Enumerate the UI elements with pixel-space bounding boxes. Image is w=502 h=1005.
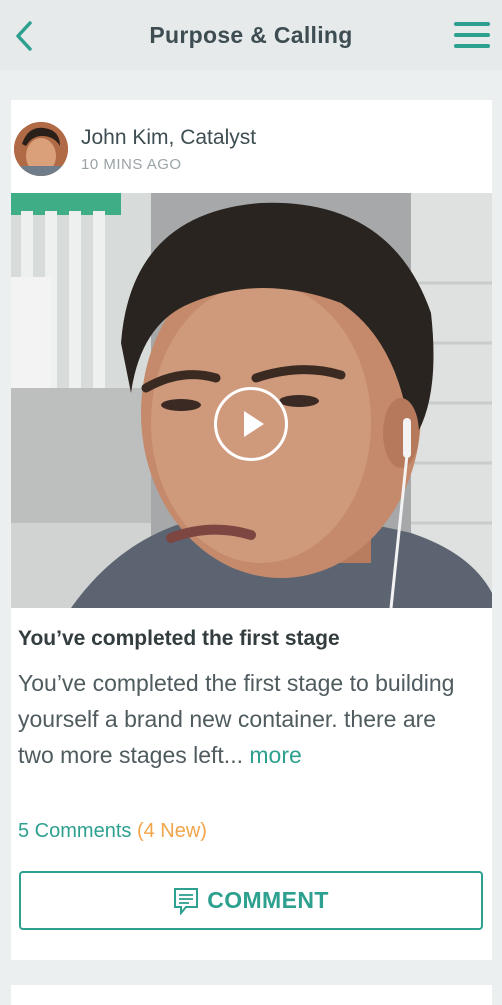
comment-button[interactable]: COMMENT (19, 871, 483, 930)
post-title: You’ve completed the first stage (18, 627, 340, 650)
post-body-text: You’ve completed the first stage to buil… (18, 670, 455, 768)
avatar[interactable] (14, 122, 68, 176)
avatar-image (14, 122, 68, 176)
comment-button-label: COMMENT (207, 887, 329, 913)
comments-label[interactable]: 5 Comments (18, 820, 131, 842)
menu-icon (454, 22, 490, 26)
play-button[interactable] (214, 387, 288, 461)
post-body: You’ve completed the first stage to buil… (18, 665, 468, 773)
author-row: John Kim, Catalyst 10 MINS AGO (11, 122, 492, 180)
play-icon (244, 411, 264, 437)
post-card: John Kim, Catalyst 10 MINS AGO You’ve co… (11, 100, 492, 960)
back-button[interactable] (10, 20, 38, 52)
more-link[interactable]: more (249, 742, 301, 768)
video-thumbnail[interactable] (11, 193, 492, 608)
menu-button[interactable] (454, 22, 490, 48)
page-title: Purpose & Calling (149, 21, 353, 48)
next-post-card (11, 985, 492, 1005)
comment-icon (174, 887, 199, 915)
comments-count[interactable]: 5 Comments (4 New) (18, 820, 207, 843)
new-comments-badge: (4 New) (136, 820, 207, 842)
post-timestamp: 10 MINS AGO (81, 156, 182, 173)
top-bar: Purpose & Calling (0, 0, 502, 70)
back-chevron-icon (16, 21, 32, 51)
author-name[interactable]: John Kim, Catalyst (81, 126, 256, 150)
